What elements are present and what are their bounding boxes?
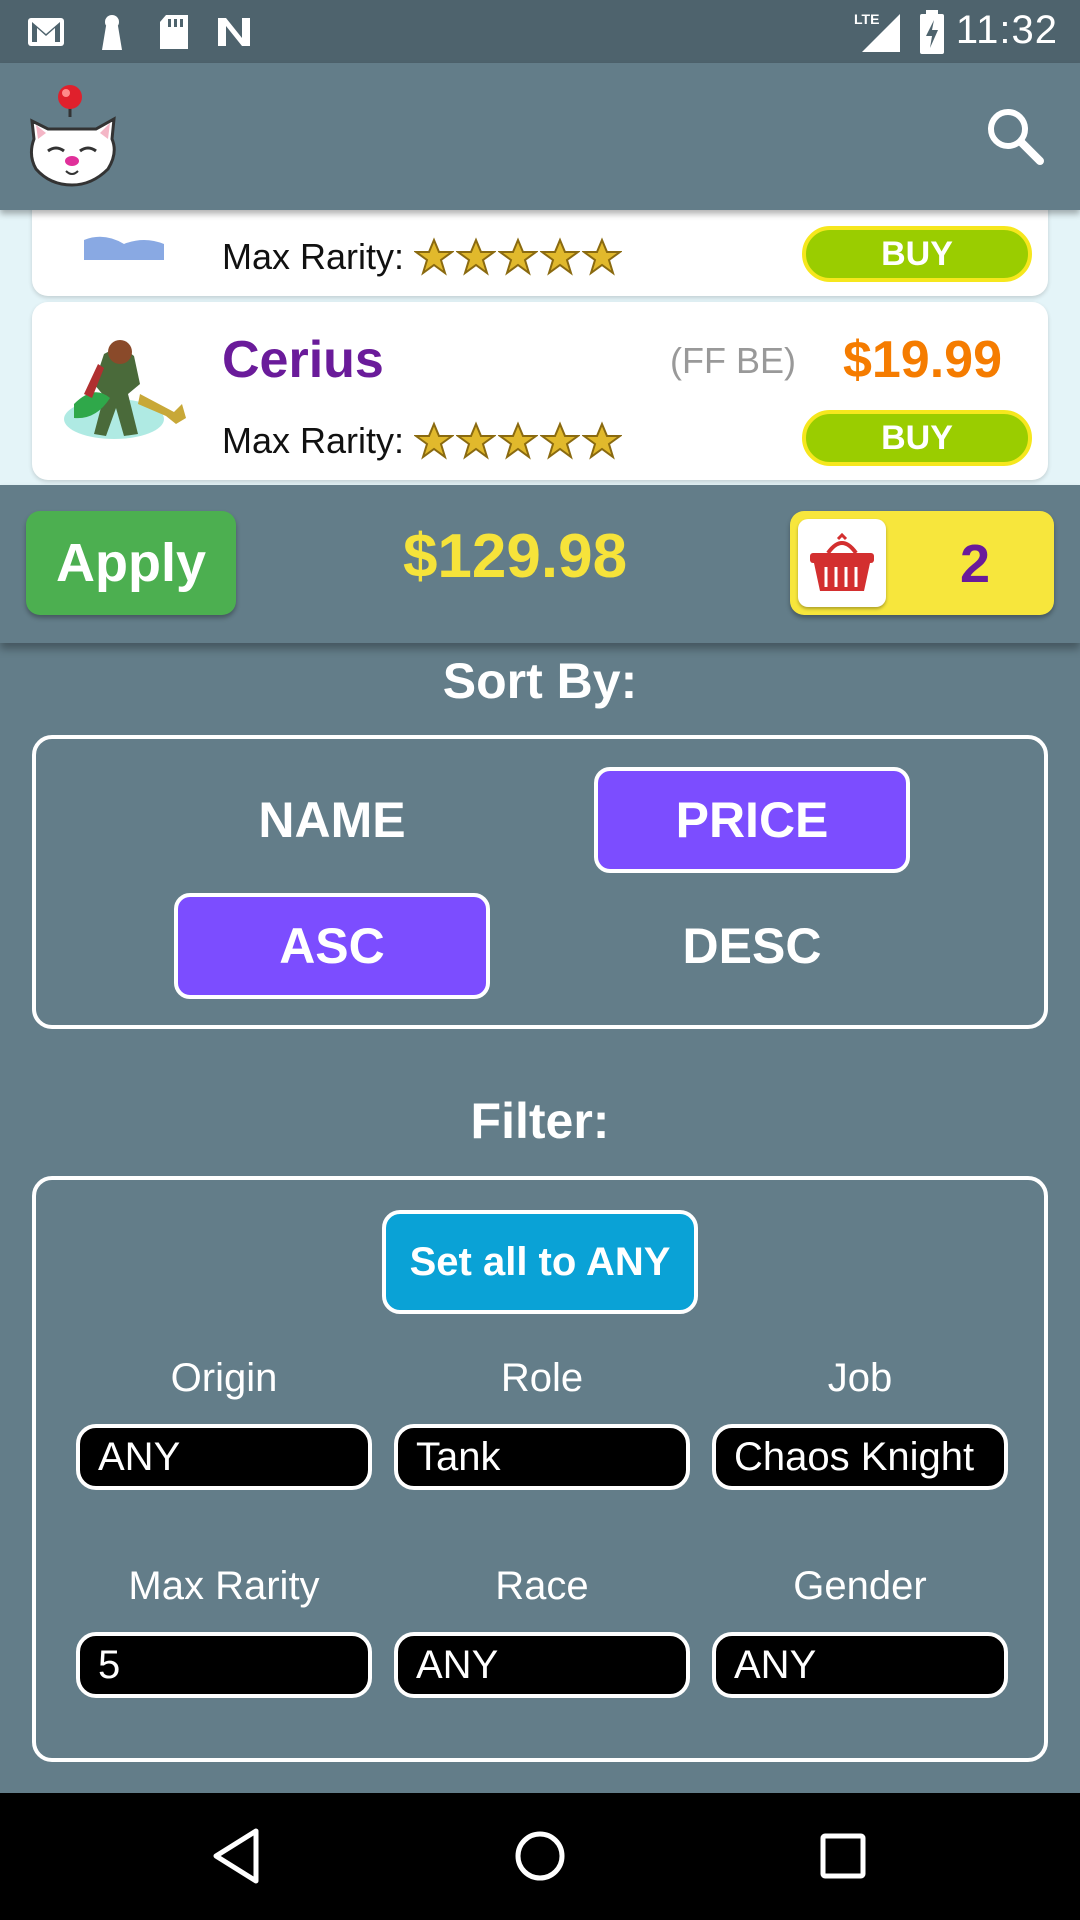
rarity-label: Max Rarity: (222, 236, 405, 277)
max-rarity-select[interactable]: 5 (76, 1632, 372, 1698)
rarity-stars (414, 237, 624, 277)
status-bar: LTE 11:32 (0, 0, 1080, 63)
star-icon (582, 237, 623, 276)
role-select[interactable]: Tank (394, 1424, 690, 1490)
keyhole-icon (102, 15, 122, 50)
total-price: $129.98 (402, 522, 628, 591)
apply-button[interactable]: Apply (26, 511, 236, 615)
star-icon (414, 421, 455, 460)
sd-card-icon (160, 15, 188, 49)
rarity-stars (414, 421, 624, 461)
sort-title: Sort By: (442, 653, 638, 709)
back-triangle-icon[interactable] (204, 1823, 270, 1889)
n-app-icon (218, 18, 250, 46)
unit-card-cerius[interactable]: Cerius (FF BE) $19.99 Max Rarity: BUY (32, 302, 1048, 480)
navigation-bar (0, 1793, 1080, 1920)
sort-asc-option[interactable]: ASC (174, 893, 490, 999)
star-icon (540, 237, 581, 276)
action-bar: Apply $129.98 2 (0, 485, 1080, 643)
sort-name-option[interactable]: NAME (174, 767, 490, 873)
unit-price: $19.99 (842, 331, 1002, 389)
signal-icon: LTE (854, 11, 900, 52)
basket-icon (810, 532, 874, 591)
unit-thumbnail (64, 340, 186, 439)
max-rarity-label: Max Rarity (128, 1564, 320, 1608)
clock: 11:32 (955, 8, 1058, 52)
gender-label: Gender (793, 1564, 927, 1608)
star-icon (414, 237, 455, 276)
rarity-row: Max Rarity: (222, 420, 624, 462)
buy-button[interactable]: BUY (802, 410, 1032, 466)
cart-icon-box (798, 519, 886, 607)
gmail-icon (28, 18, 64, 46)
origin-select[interactable]: ANY (76, 1424, 372, 1490)
unit-card[interactable]: Max Rarity: BUY (32, 210, 1048, 296)
star-icon (582, 421, 623, 460)
recents-square-icon[interactable] (810, 1823, 876, 1889)
rarity-row: Max Rarity: (222, 236, 624, 278)
sort-options: NAME PRICE ASC DESC (32, 735, 1048, 1029)
filter-options: Set all to ANY Origin Role Job ANY Tank … (32, 1176, 1048, 1762)
star-icon (456, 421, 497, 460)
svg-text:LTE: LTE (854, 11, 879, 27)
job-select[interactable]: Chaos Knight (712, 1424, 1008, 1490)
star-icon (498, 237, 539, 276)
star-icon (498, 421, 539, 460)
sort-desc-option[interactable]: DESC (594, 893, 910, 999)
moogle-logo-icon[interactable] (26, 81, 122, 191)
star-icon (540, 421, 581, 460)
cart-count: 2 (959, 534, 991, 594)
gender-select[interactable]: ANY (712, 1632, 1008, 1698)
star-icon (456, 237, 497, 276)
home-circle-icon[interactable] (507, 1823, 573, 1889)
sort-price-option[interactable]: PRICE (594, 767, 910, 873)
role-label: Role (500, 1356, 584, 1400)
unit-thumbnail (84, 236, 164, 260)
race-select[interactable]: ANY (394, 1632, 690, 1698)
unit-list[interactable]: Max Rarity: BUY Cerius (FF BE) $19.99 Ma… (0, 210, 1080, 485)
filter-title: Filter: (470, 1093, 610, 1149)
race-label: Race (495, 1564, 589, 1608)
job-label: Job (827, 1356, 893, 1400)
search-icon[interactable] (980, 101, 1050, 171)
app-bar (0, 63, 1080, 210)
unit-name: Cerius (222, 331, 384, 389)
set-all-any-button[interactable]: Set all to ANY (382, 1210, 698, 1314)
cart-button[interactable]: 2 (790, 511, 1054, 615)
battery-charging-icon (920, 10, 944, 54)
origin-label: Origin (170, 1356, 278, 1400)
buy-button[interactable]: BUY (802, 226, 1032, 282)
unit-source: (FF BE) (670, 340, 796, 381)
rarity-label: Max Rarity: (222, 420, 405, 461)
